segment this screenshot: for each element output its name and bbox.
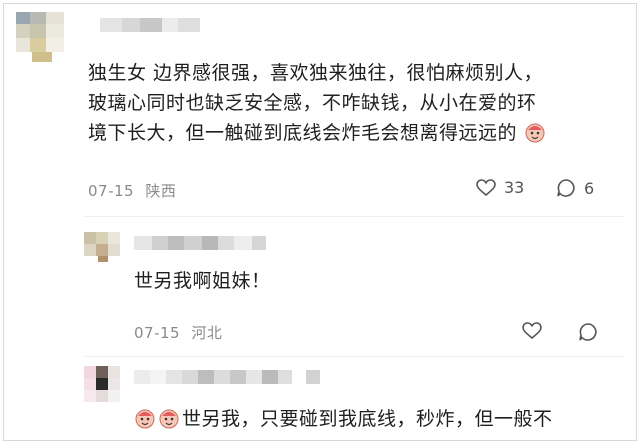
divider: [84, 356, 624, 357]
reply-text: 世另我啊姐妹！: [134, 270, 271, 292]
comment-bubble-icon: [579, 323, 597, 341]
comment-text: 独生女 边界感很强，喜欢独来独往，很怕麻烦别人， 玻璃心同时也缺乏安全感，不咋缺…: [88, 58, 546, 148]
reply-button[interactable]: 6: [556, 178, 594, 198]
like-button[interactable]: [522, 322, 542, 340]
comment-line: 境下长大，但一触碰到底线会炸毛会想离得远远的: [88, 118, 546, 148]
comment-line: 玻璃心同时也缺乏安全感，不咋缺钱，从小在爱的环: [88, 92, 537, 114]
comment-line: 独生女 边界感很强，喜欢独来独往，很怕麻烦别人，: [88, 62, 544, 84]
comment-text: 世另我，只要碰到我底线，秒炸，但一般不: [134, 404, 553, 434]
reply-date: 07-15: [134, 324, 181, 342]
avatar[interactable]: [16, 12, 64, 62]
reply-button[interactable]: [578, 322, 598, 342]
divider: [84, 216, 624, 217]
like-count: 33: [504, 178, 525, 197]
comment-date: 07-15: [88, 182, 135, 200]
heart-icon: [476, 178, 496, 196]
heart-icon: [522, 322, 542, 340]
comment-location: 陕西: [145, 182, 177, 200]
username-blurred[interactable]: [134, 368, 334, 386]
face-emoji: [159, 409, 179, 429]
username-blurred[interactable]: [100, 16, 230, 34]
avatar[interactable]: [84, 366, 120, 402]
comment-meta: 07-15 陕西: [88, 180, 176, 201]
reply-count: 6: [584, 178, 595, 198]
reply-meta: 07-15 河北: [134, 322, 222, 343]
face-emoji: [135, 409, 155, 429]
reply-location: 河北: [191, 324, 223, 342]
avatar[interactable]: [84, 232, 120, 262]
username-blurred[interactable]: [134, 234, 284, 252]
comment-bubble-icon: [557, 179, 575, 197]
face-emoji: [525, 123, 545, 143]
like-button[interactable]: 33: [476, 178, 524, 197]
